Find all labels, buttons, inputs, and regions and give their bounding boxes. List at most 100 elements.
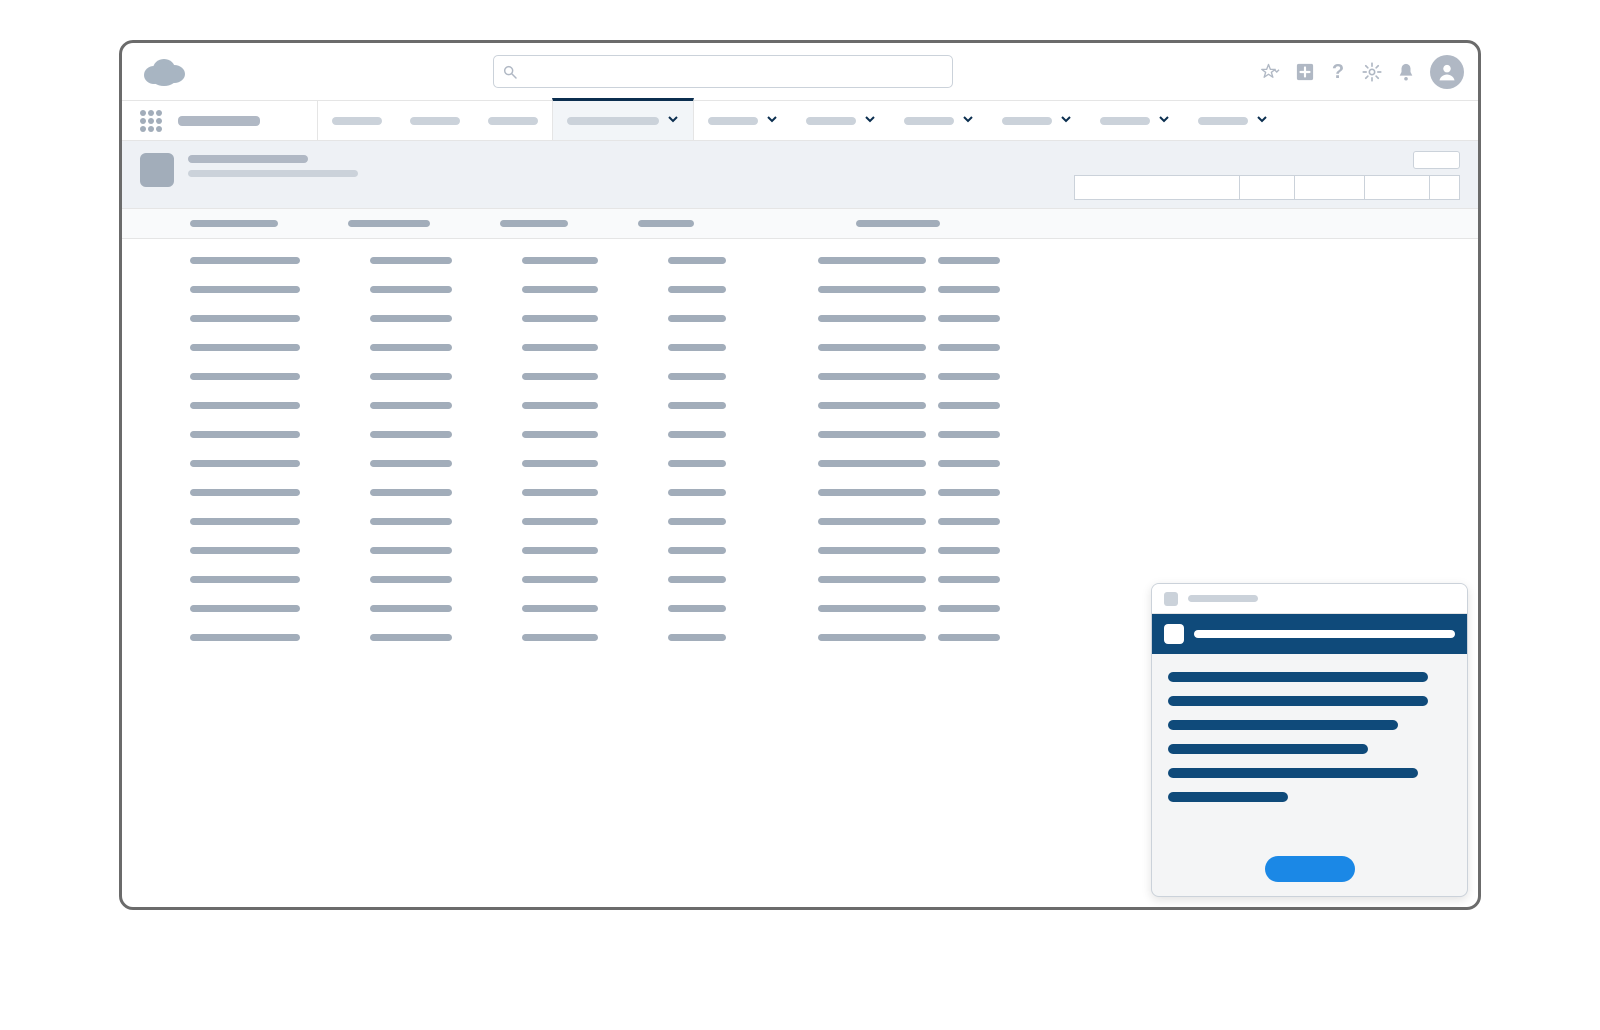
favorite-icon[interactable] [1259, 63, 1281, 81]
cell [190, 489, 300, 496]
nav-tab-label [332, 117, 382, 125]
cell [370, 576, 452, 583]
cell [522, 344, 598, 351]
table-row[interactable] [190, 315, 1478, 322]
panel-action-button[interactable] [1265, 856, 1355, 882]
cell [522, 547, 598, 554]
add-icon[interactable] [1296, 63, 1314, 81]
nav-tab-6[interactable] [890, 101, 988, 140]
cell [668, 460, 726, 467]
nav-tab-label [806, 117, 856, 125]
cell [370, 634, 452, 641]
cell [938, 605, 1000, 612]
column-header-3[interactable] [638, 220, 694, 227]
nav-tab-3[interactable] [552, 98, 694, 140]
cell [190, 431, 300, 438]
cell [190, 315, 300, 322]
header-action-4[interactable] [1430, 175, 1460, 200]
cell [938, 460, 1000, 467]
cell [668, 547, 726, 554]
cell [522, 402, 598, 409]
notifications-icon[interactable] [1397, 62, 1415, 82]
cell [370, 344, 452, 351]
cell [190, 576, 300, 583]
search-input[interactable] [518, 63, 944, 80]
nav-tab-0[interactable] [318, 101, 396, 140]
cell [190, 460, 300, 467]
cell [818, 460, 926, 467]
utility-panel-titlebar[interactable] [1152, 584, 1467, 614]
nav-tab-7[interactable] [988, 101, 1086, 140]
cell [522, 373, 598, 380]
cell [370, 547, 452, 554]
table-row[interactable] [190, 286, 1478, 293]
cell [818, 402, 926, 409]
cell [818, 518, 926, 525]
nav-tab-8[interactable] [1086, 101, 1184, 140]
nav-tab-9[interactable] [1184, 101, 1282, 140]
cell [938, 431, 1000, 438]
header-action-1[interactable] [1240, 175, 1295, 200]
cell [190, 518, 300, 525]
page-title [188, 155, 308, 163]
cell [522, 257, 598, 264]
table-header [122, 209, 1478, 239]
panel-text-line [1168, 744, 1368, 754]
table-row[interactable] [190, 257, 1478, 264]
cell [818, 489, 926, 496]
nav-tab-5[interactable] [792, 101, 890, 140]
cell [818, 344, 926, 351]
cell [370, 257, 452, 264]
table-row[interactable] [190, 402, 1478, 409]
cell [668, 402, 726, 409]
cell [190, 605, 300, 612]
cell [938, 286, 1000, 293]
app-logo [142, 57, 186, 87]
header-action-3[interactable] [1365, 175, 1430, 200]
column-header-0[interactable] [190, 220, 278, 227]
nav-tab-label [1198, 117, 1248, 125]
table-row[interactable] [190, 460, 1478, 467]
cell [522, 489, 598, 496]
global-search[interactable] [493, 55, 953, 88]
cell [818, 576, 926, 583]
header-action-mini[interactable] [1413, 151, 1460, 169]
column-header-2[interactable] [500, 220, 568, 227]
cell [370, 431, 452, 438]
table-row[interactable] [190, 576, 1478, 583]
header-action-0[interactable] [1074, 175, 1240, 200]
page-subtitle [188, 170, 358, 177]
nav-tab-2[interactable] [474, 101, 552, 140]
cell [190, 257, 300, 264]
cell [938, 547, 1000, 554]
table-row[interactable] [190, 344, 1478, 351]
header-action-2[interactable] [1295, 175, 1365, 200]
panel-text-line [1168, 696, 1428, 706]
column-header-1[interactable] [348, 220, 430, 227]
utility-panel-title [1188, 595, 1258, 602]
cell [668, 518, 726, 525]
table-row[interactable] [190, 518, 1478, 525]
app-name [178, 116, 260, 126]
profile-avatar[interactable] [1430, 55, 1464, 89]
nav-tab-4[interactable] [694, 101, 792, 140]
chevron-down-icon [1158, 112, 1170, 130]
app-launcher-icon[interactable] [140, 110, 162, 132]
table-row[interactable] [190, 489, 1478, 496]
cell [190, 547, 300, 554]
cell [938, 576, 1000, 583]
panel-text-line [1168, 768, 1418, 778]
table-row[interactable] [190, 431, 1478, 438]
cell [938, 518, 1000, 525]
cell [818, 605, 926, 612]
nav-tab-1[interactable] [396, 101, 474, 140]
table-row[interactable] [190, 373, 1478, 380]
column-header-4[interactable] [856, 220, 940, 227]
settings-icon[interactable] [1362, 62, 1382, 82]
cell [668, 373, 726, 380]
table-row[interactable] [190, 547, 1478, 554]
cell [370, 373, 452, 380]
help-icon[interactable]: ? [1329, 62, 1347, 82]
cell [522, 634, 598, 641]
utility-panel-subject[interactable] [1152, 614, 1467, 654]
